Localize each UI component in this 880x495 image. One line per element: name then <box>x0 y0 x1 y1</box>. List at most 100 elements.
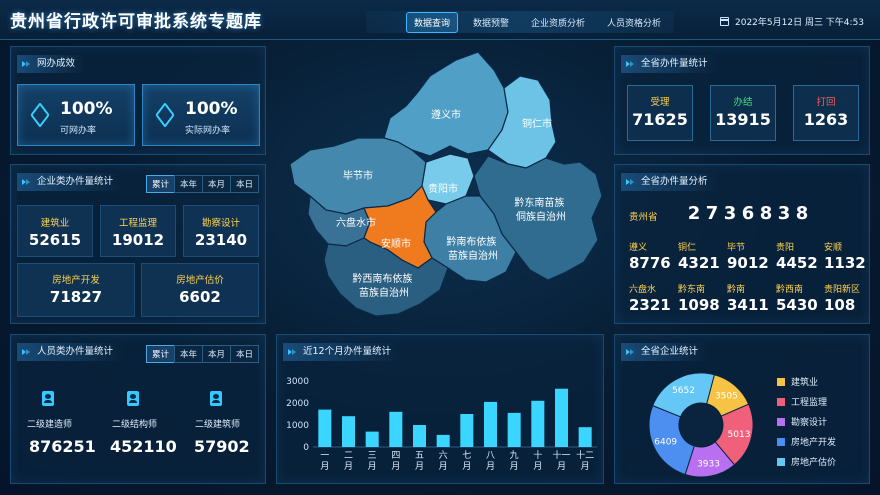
legend-item-supervision[interactable]: 工程监理 <box>777 395 827 408</box>
tab-cumulative[interactable]: 累计 <box>145 345 175 363</box>
tab-this-month[interactable]: 本月 <box>201 175 231 193</box>
map-label-zunyi: 遵义市 <box>431 108 461 121</box>
legend-item-survey-design[interactable]: 勘察设计 <box>777 415 827 428</box>
bar-五月[interactable] <box>412 425 427 447</box>
total-digit: 3 <box>777 203 791 224</box>
enterprise-total-title-text: 全省企业统计 <box>641 346 699 357</box>
stat-value: 19012 <box>111 231 165 249</box>
bar-六月[interactable] <box>436 434 450 447</box>
tab-today[interactable]: 本日 <box>229 345 259 363</box>
nav-data-warning[interactable]: 数据预警 <box>466 13 516 32</box>
person-id-icon <box>127 391 139 406</box>
personnel-label: 二级结构师 <box>112 420 158 430</box>
tab-this-year[interactable]: 本年 <box>173 345 203 363</box>
legend-item-construction[interactable]: 建筑业 <box>777 375 818 388</box>
enterprise-donut-chart: 3505 5013 3933 6409 5652 <box>648 372 754 478</box>
person-id-icon <box>42 391 54 406</box>
region-label: 遵义 <box>629 243 648 253</box>
x-tick-label: 四月 <box>391 451 400 472</box>
tab-today[interactable]: 本日 <box>229 175 259 193</box>
bar-二月[interactable] <box>341 416 356 447</box>
stat-value: 52615 <box>28 231 82 249</box>
region-value: 1132 <box>824 254 866 272</box>
x-tick-label: 十二月 <box>576 449 594 472</box>
nav-personnel-analysis[interactable]: 人员资格分析 <box>600 13 668 32</box>
nav-data-query[interactable]: 数据查询 <box>406 11 459 33</box>
actual-online-rate-label: 实际网办率 <box>185 126 231 136</box>
header-bar: 贵州省行政许可审批系统专题库 数据查询 数据预警 企业资质分析 人员资格分析 2… <box>0 0 880 40</box>
region-label: 铜仁 <box>678 243 697 253</box>
y-tick-label: 1000 <box>286 421 309 431</box>
x-tick-label: 一月 <box>320 451 329 472</box>
x-tick-label: 十一月 <box>552 449 570 472</box>
region-label: 贵阳新区 <box>824 285 861 295</box>
tab-cumulative[interactable]: 累计 <box>145 175 175 193</box>
map-label-liupanshui: 六盘水市 <box>336 216 376 229</box>
x-tick-label: 二月 <box>344 451 353 472</box>
donut-value-label: 5013 <box>728 430 751 440</box>
legend-item-real-estate-appraisal[interactable]: 房地产估价 <box>777 455 836 468</box>
province-volume-title-text: 全省办件量统计 <box>641 58 708 69</box>
map-label-guiyang: 贵阳市 <box>428 182 458 195</box>
legend-swatch <box>777 437 785 446</box>
legend-label: 房地产开发 <box>791 438 837 448</box>
legend-label: 勘察设计 <box>791 418 828 428</box>
bar-十月[interactable] <box>531 400 545 447</box>
bar-三月[interactable] <box>365 431 379 447</box>
stat-tile-real-estate-appraisal: 房地产估价 6602 <box>141 263 259 317</box>
map-label-qianxinan-line2: 苗族自治州 <box>359 286 409 299</box>
status-card-returned: 打回 1263 <box>793 85 859 141</box>
status-card-completed: 办结 13915 <box>710 85 776 141</box>
stat-value: 23140 <box>194 231 248 249</box>
region-value: 2321 <box>629 296 671 314</box>
legend-swatch <box>777 397 785 406</box>
total-digit: 8 <box>759 203 773 224</box>
region-value: 108 <box>824 296 856 314</box>
bar-七月[interactable] <box>460 414 474 447</box>
stat-label: 房地产开发 <box>52 275 100 286</box>
bar-十二月[interactable] <box>578 427 592 447</box>
region-label: 黔东南 <box>678 285 706 295</box>
map-label-qiannan-line1: 黔南布依族 <box>446 235 496 248</box>
tab-this-month[interactable]: 本月 <box>201 345 231 363</box>
province-analysis-panel: 全省办件量分析 贵州省 2 7 3 6 8 3 8 遵义 8776 铜仁 432… <box>614 164 870 324</box>
double-arrow-icon <box>626 349 635 355</box>
monthly-chart-panel: 近12个月办件量统计 0 1000 2000 3000 一月 二月 三月 四月 五月 六月 七月 八月… <box>276 334 604 484</box>
legend-item-real-estate-dev[interactable]: 房地产开发 <box>777 435 836 448</box>
bar-九月[interactable] <box>507 412 521 447</box>
region-label: 毕节 <box>727 243 746 253</box>
status-card-accepted: 受理 71625 <box>627 85 693 141</box>
bar-八月[interactable] <box>483 401 498 447</box>
enterprise-total-panel: 全省企业统计 3505 5013 3933 6409 5652 建筑业 工程监理 勘察设… <box>614 334 870 484</box>
province-analysis-title: 全省办件量分析 <box>621 173 718 191</box>
stat-tile-supervision: 工程监理 19012 <box>100 205 176 257</box>
total-digit: 8 <box>795 203 809 224</box>
enterprise-stats-title: 企业类办件量统计 <box>17 173 124 191</box>
region-label: 黔西南 <box>776 285 804 295</box>
calendar-icon <box>720 17 729 26</box>
online-rate-value: 100% <box>60 99 113 119</box>
total-digit: 7 <box>705 203 719 224</box>
monthly-chart-title-text: 近12个月办件量统计 <box>303 346 392 357</box>
region-value: 9012 <box>727 254 769 272</box>
enterprise-period-tabs: 累计 本年 本月 本日 <box>145 175 259 193</box>
total-digit: 2 <box>687 203 701 224</box>
bar-一月[interactable] <box>318 409 332 447</box>
x-tick-label: 五月 <box>415 451 424 472</box>
nav-enterprise-analysis[interactable]: 企业资质分析 <box>524 13 592 32</box>
cube-icon <box>30 102 50 128</box>
status-label: 办结 <box>733 97 753 108</box>
map-label-qianxinan-line1: 黔西南布依族 <box>352 272 412 285</box>
region-label: 安顺 <box>824 243 843 253</box>
region-value: 8776 <box>629 254 671 272</box>
datetime-display: 2022年5月12日 周三 下午4:53 <box>720 15 864 28</box>
map-region-zunyi[interactable] <box>383 51 509 157</box>
status-value: 13915 <box>715 110 771 129</box>
monthly-chart-title: 近12个月办件量统计 <box>283 343 402 361</box>
bar-四月[interactable] <box>389 411 403 447</box>
online-effect-title: 网办成效 <box>17 55 86 73</box>
tab-this-year[interactable]: 本年 <box>173 175 203 193</box>
guizhou-map: 遵义市 铜仁市 毕节市 贵阳市 六盘水市 安顺市 黔东南苗族 侗族自治州 黔南布… <box>289 51 603 317</box>
bar-十一月[interactable] <box>554 388 569 447</box>
double-arrow-icon <box>22 61 31 67</box>
